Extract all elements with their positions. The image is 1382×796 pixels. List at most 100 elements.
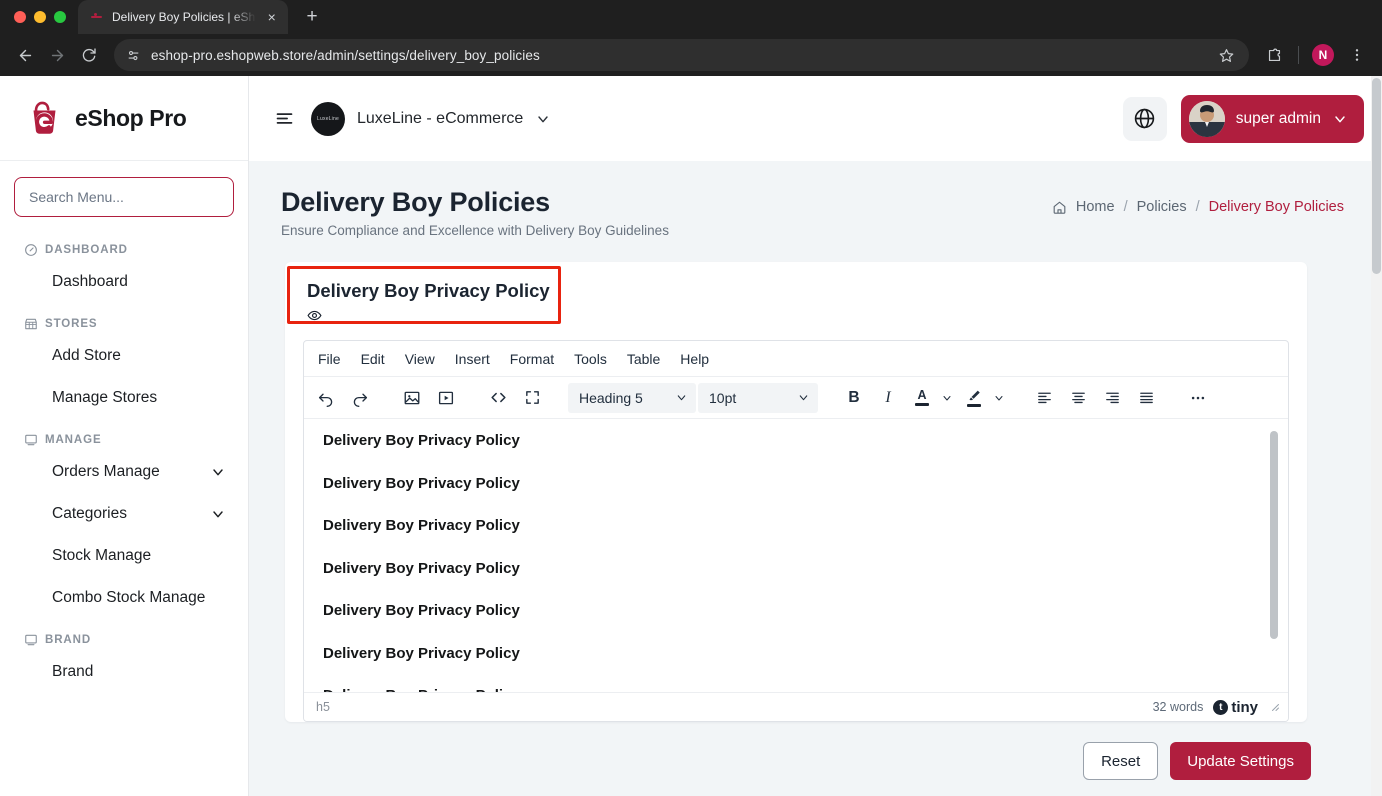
brand-logo[interactable]: eShop Pro — [0, 76, 248, 161]
chevron-down-icon[interactable] — [210, 506, 226, 522]
chevron-down-icon — [675, 391, 688, 404]
editor-line: Delivery Boy Privacy Policy — [323, 602, 520, 619]
background-color-control[interactable] — [958, 383, 1008, 413]
policy-card: Delivery Boy Privacy Policy File Edit Vi… — [285, 262, 1307, 722]
insert-media-icon[interactable] — [430, 383, 462, 413]
chevron-down-icon[interactable] — [1332, 111, 1348, 127]
kebab-menu-icon[interactable] — [1342, 40, 1372, 70]
page-scrollbar-thumb[interactable] — [1372, 78, 1381, 274]
toolbar-divider — [1298, 46, 1299, 64]
hamburger-icon[interactable] — [271, 106, 297, 132]
minimize-window-button[interactable] — [34, 11, 46, 23]
menu-format[interactable]: Format — [500, 347, 564, 371]
page-subtitle: Ensure Compliance and Excellence with De… — [281, 223, 669, 238]
editor-content-area[interactable]: Delivery Boy Privacy Policy Delivery Boy… — [304, 419, 1288, 692]
globe-icon — [1133, 107, 1156, 130]
sidebar-section-manage: MANAGE — [0, 419, 248, 451]
sidebar-item-label: Brand — [52, 663, 94, 680]
sidebar-item-label: Categories — [52, 505, 127, 522]
editor-scrollbar-track[interactable] — [1270, 425, 1283, 686]
undo-icon[interactable] — [310, 383, 342, 413]
chevron-down-icon[interactable] — [210, 464, 226, 480]
main-area: LuxeLine LuxeLine - eCommerce super admi… — [249, 76, 1382, 796]
insert-image-icon[interactable] — [396, 383, 428, 413]
store-selector[interactable]: LuxeLine LuxeLine - eCommerce — [311, 101, 551, 136]
close-tab-button[interactable]: × — [264, 8, 281, 26]
source-code-icon[interactable] — [482, 383, 514, 413]
breadcrumb-home[interactable]: Home — [1076, 199, 1115, 215]
breadcrumb-separator: / — [1195, 199, 1200, 215]
avatar — [1188, 100, 1225, 137]
text-color-control[interactable]: A — [906, 383, 956, 413]
align-left-icon[interactable] — [1028, 383, 1060, 413]
editor-scrollbar-thumb[interactable] — [1270, 431, 1278, 639]
chevron-down-icon[interactable] — [990, 383, 1008, 413]
profile-avatar[interactable]: N — [1308, 40, 1338, 70]
menu-insert[interactable]: Insert — [445, 347, 500, 371]
sidebar-item-add-store[interactable]: Add Store — [0, 335, 248, 377]
back-button[interactable] — [10, 40, 40, 70]
home-icon[interactable] — [1052, 200, 1067, 215]
tinymce-branding[interactable]: t tiny — [1213, 699, 1258, 716]
site-settings-icon[interactable] — [126, 48, 141, 63]
block-format-select[interactable]: Heading 5 — [568, 382, 696, 413]
sidebar-item-manage-stores[interactable]: Manage Stores — [0, 377, 248, 419]
menu-search-wrapper — [0, 161, 248, 223]
redo-icon[interactable] — [344, 383, 376, 413]
menu-help[interactable]: Help — [670, 347, 719, 371]
chevron-down-icon[interactable] — [938, 383, 956, 413]
chevron-down-icon[interactable] — [535, 111, 551, 127]
breadcrumb-policies[interactable]: Policies — [1137, 199, 1187, 215]
italic-button[interactable]: I — [872, 383, 904, 413]
editor-line: Delivery Boy Privacy Policy — [323, 474, 520, 492]
menu-view[interactable]: View — [395, 347, 445, 371]
eye-icon[interactable] — [307, 308, 322, 323]
browser-tab[interactable]: Delivery Boy Policies | eShop × — [78, 0, 288, 34]
fullscreen-icon[interactable] — [516, 383, 548, 413]
sidebar-item-stock-manage[interactable]: Stock Manage — [0, 535, 248, 577]
site-favicon — [90, 10, 104, 24]
block-format-value: Heading 5 — [579, 389, 643, 406]
menu-tools[interactable]: Tools — [564, 347, 617, 371]
page-scrollbar-track[interactable] — [1371, 76, 1382, 796]
user-menu-button[interactable]: super admin — [1180, 94, 1364, 143]
menu-file[interactable]: File — [308, 347, 351, 371]
highlight-icon[interactable] — [958, 383, 990, 413]
more-toolbar-items-button[interactable] — [1182, 383, 1214, 413]
star-icon[interactable] — [1215, 44, 1237, 66]
update-settings-button[interactable]: Update Settings — [1170, 742, 1311, 780]
element-path[interactable]: h5 — [316, 700, 330, 714]
sidebar-item-dashboard[interactable]: Dashboard — [0, 261, 248, 303]
sidebar-item-categories[interactable]: Categories — [0, 493, 248, 535]
app-root: eShop Pro DASHBOARD Dashboard STORES — [0, 76, 1382, 796]
sidebar-item-orders-manage[interactable]: Orders Manage — [0, 451, 248, 493]
align-right-icon[interactable] — [1096, 383, 1128, 413]
brand-name: eShop Pro — [75, 104, 187, 131]
reset-button[interactable]: Reset — [1083, 742, 1159, 780]
menu-table[interactable]: Table — [617, 347, 670, 371]
sidebar-item-brand[interactable]: Brand — [0, 651, 248, 693]
close-window-button[interactable] — [14, 11, 26, 23]
sidebar-item-combo-stock-manage[interactable]: Combo Stock Manage — [0, 577, 248, 619]
maximize-window-button[interactable] — [54, 11, 66, 23]
forward-button[interactable] — [42, 40, 72, 70]
editor-status-bar: h5 32 words t tiny — [304, 692, 1288, 721]
address-bar[interactable]: eshop-pro.eshopweb.store/admin/settings/… — [114, 39, 1249, 71]
bold-button[interactable]: B — [838, 383, 870, 413]
align-center-icon[interactable] — [1062, 383, 1094, 413]
language-button[interactable] — [1122, 96, 1167, 141]
word-count[interactable]: 32 words — [1153, 700, 1204, 714]
tab-title: Delivery Boy Policies | eShop — [112, 10, 256, 24]
preview-toggle[interactable] — [303, 302, 1289, 328]
align-justify-icon[interactable] — [1130, 383, 1162, 413]
search-menu-input[interactable] — [14, 177, 234, 217]
extensions-icon[interactable] — [1259, 40, 1289, 70]
new-tab-button[interactable]: + — [298, 3, 326, 31]
menu-edit[interactable]: Edit — [351, 347, 395, 371]
text-color-icon[interactable]: A — [906, 383, 938, 413]
reload-button[interactable] — [74, 40, 104, 70]
tiny-wordmark: tiny — [1231, 698, 1258, 716]
sidebar-section-label: DASHBOARD — [45, 244, 128, 256]
font-size-select[interactable]: 10pt — [698, 382, 818, 413]
editor-resize-handle[interactable] — [1268, 700, 1282, 714]
